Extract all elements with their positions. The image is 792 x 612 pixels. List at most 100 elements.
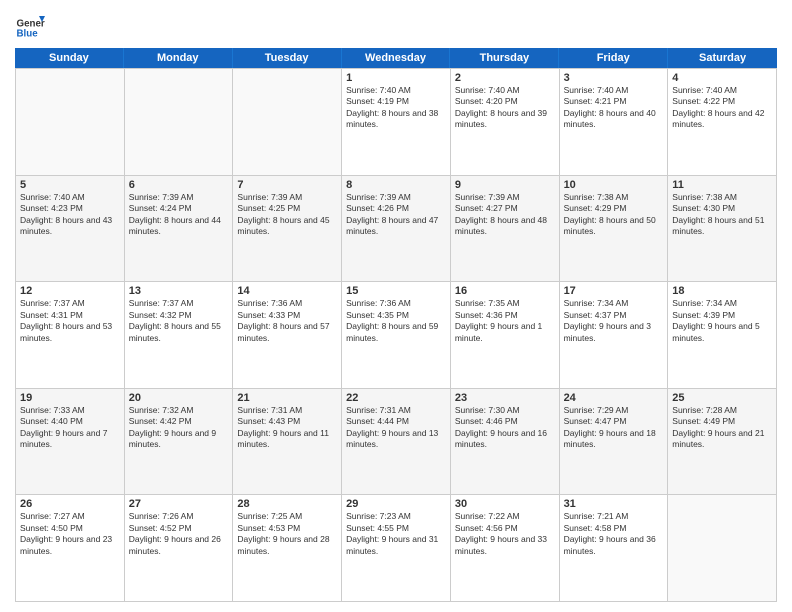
day-number: 23	[455, 392, 555, 404]
calendar-cell: 14 Sunrise: 7:36 AMSunset: 4:33 PMDaylig…	[233, 282, 342, 389]
calendar-row-4: 19 Sunrise: 7:33 AMSunset: 4:40 PMDaylig…	[16, 389, 777, 496]
day-number: 20	[129, 392, 229, 404]
day-number: 1	[346, 72, 446, 84]
cell-info: Sunrise: 7:22 AMSunset: 4:56 PMDaylight:…	[455, 511, 555, 557]
calendar-cell: 2 Sunrise: 7:40 AMSunset: 4:20 PMDayligh…	[451, 69, 560, 176]
day-number: 17	[564, 285, 664, 297]
cell-info: Sunrise: 7:34 AMSunset: 4:37 PMDaylight:…	[564, 298, 664, 344]
calendar-cell	[16, 69, 125, 176]
calendar-cell: 13 Sunrise: 7:37 AMSunset: 4:32 PMDaylig…	[125, 282, 234, 389]
weekday-header-saturday: Saturday	[668, 48, 777, 68]
cell-info: Sunrise: 7:38 AMSunset: 4:29 PMDaylight:…	[564, 192, 664, 238]
day-number: 21	[237, 392, 337, 404]
day-number: 15	[346, 285, 446, 297]
day-number: 16	[455, 285, 555, 297]
calendar-cell: 24 Sunrise: 7:29 AMSunset: 4:47 PMDaylig…	[560, 389, 669, 496]
calendar-cell: 26 Sunrise: 7:27 AMSunset: 4:50 PMDaylig…	[16, 495, 125, 602]
day-number: 29	[346, 498, 446, 510]
cell-info: Sunrise: 7:26 AMSunset: 4:52 PMDaylight:…	[129, 511, 229, 557]
day-number: 4	[672, 72, 772, 84]
cell-info: Sunrise: 7:40 AMSunset: 4:20 PMDaylight:…	[455, 85, 555, 131]
header: General Blue	[15, 10, 777, 40]
cell-info: Sunrise: 7:33 AMSunset: 4:40 PMDaylight:…	[20, 405, 120, 451]
calendar-cell: 18 Sunrise: 7:34 AMSunset: 4:39 PMDaylig…	[668, 282, 777, 389]
day-number: 25	[672, 392, 772, 404]
cell-info: Sunrise: 7:40 AMSunset: 4:22 PMDaylight:…	[672, 85, 772, 131]
calendar-cell: 3 Sunrise: 7:40 AMSunset: 4:21 PMDayligh…	[560, 69, 669, 176]
calendar-body: 1 Sunrise: 7:40 AMSunset: 4:19 PMDayligh…	[15, 68, 777, 602]
calendar-row-1: 1 Sunrise: 7:40 AMSunset: 4:19 PMDayligh…	[16, 69, 777, 176]
calendar-cell: 22 Sunrise: 7:31 AMSunset: 4:44 PMDaylig…	[342, 389, 451, 496]
weekday-header-tuesday: Tuesday	[233, 48, 342, 68]
calendar-cell: 12 Sunrise: 7:37 AMSunset: 4:31 PMDaylig…	[16, 282, 125, 389]
cell-info: Sunrise: 7:39 AMSunset: 4:27 PMDaylight:…	[455, 192, 555, 238]
day-number: 6	[129, 179, 229, 191]
day-number: 7	[237, 179, 337, 191]
calendar-cell: 5 Sunrise: 7:40 AMSunset: 4:23 PMDayligh…	[16, 176, 125, 283]
logo: General Blue	[15, 10, 45, 40]
weekday-header-friday: Friday	[559, 48, 668, 68]
calendar-page: General Blue SundayMondayTuesdayWednesda…	[0, 0, 792, 612]
weekday-header-monday: Monday	[124, 48, 233, 68]
cell-info: Sunrise: 7:40 AMSunset: 4:23 PMDaylight:…	[20, 192, 120, 238]
day-number: 26	[20, 498, 120, 510]
calendar-cell: 17 Sunrise: 7:34 AMSunset: 4:37 PMDaylig…	[560, 282, 669, 389]
calendar-cell: 27 Sunrise: 7:26 AMSunset: 4:52 PMDaylig…	[125, 495, 234, 602]
cell-info: Sunrise: 7:27 AMSunset: 4:50 PMDaylight:…	[20, 511, 120, 557]
cell-info: Sunrise: 7:29 AMSunset: 4:47 PMDaylight:…	[564, 405, 664, 451]
cell-info: Sunrise: 7:32 AMSunset: 4:42 PMDaylight:…	[129, 405, 229, 451]
cell-info: Sunrise: 7:21 AMSunset: 4:58 PMDaylight:…	[564, 511, 664, 557]
cell-info: Sunrise: 7:35 AMSunset: 4:36 PMDaylight:…	[455, 298, 555, 344]
calendar-cell: 25 Sunrise: 7:28 AMSunset: 4:49 PMDaylig…	[668, 389, 777, 496]
calendar-cell: 19 Sunrise: 7:33 AMSunset: 4:40 PMDaylig…	[16, 389, 125, 496]
calendar-cell: 30 Sunrise: 7:22 AMSunset: 4:56 PMDaylig…	[451, 495, 560, 602]
cell-info: Sunrise: 7:34 AMSunset: 4:39 PMDaylight:…	[672, 298, 772, 344]
day-number: 11	[672, 179, 772, 191]
calendar-cell: 4 Sunrise: 7:40 AMSunset: 4:22 PMDayligh…	[668, 69, 777, 176]
weekday-header-wednesday: Wednesday	[342, 48, 451, 68]
day-number: 19	[20, 392, 120, 404]
day-number: 27	[129, 498, 229, 510]
cell-info: Sunrise: 7:40 AMSunset: 4:19 PMDaylight:…	[346, 85, 446, 131]
calendar-cell: 23 Sunrise: 7:30 AMSunset: 4:46 PMDaylig…	[451, 389, 560, 496]
calendar-cell: 21 Sunrise: 7:31 AMSunset: 4:43 PMDaylig…	[233, 389, 342, 496]
calendar-cell: 1 Sunrise: 7:40 AMSunset: 4:19 PMDayligh…	[342, 69, 451, 176]
day-number: 2	[455, 72, 555, 84]
cell-info: Sunrise: 7:39 AMSunset: 4:26 PMDaylight:…	[346, 192, 446, 238]
calendar-cell: 9 Sunrise: 7:39 AMSunset: 4:27 PMDayligh…	[451, 176, 560, 283]
calendar-row-5: 26 Sunrise: 7:27 AMSunset: 4:50 PMDaylig…	[16, 495, 777, 602]
calendar-row-2: 5 Sunrise: 7:40 AMSunset: 4:23 PMDayligh…	[16, 176, 777, 283]
logo-icon: General Blue	[15, 10, 45, 40]
calendar-cell: 8 Sunrise: 7:39 AMSunset: 4:26 PMDayligh…	[342, 176, 451, 283]
calendar-cell: 7 Sunrise: 7:39 AMSunset: 4:25 PMDayligh…	[233, 176, 342, 283]
cell-info: Sunrise: 7:23 AMSunset: 4:55 PMDaylight:…	[346, 511, 446, 557]
calendar-cell: 20 Sunrise: 7:32 AMSunset: 4:42 PMDaylig…	[125, 389, 234, 496]
day-number: 13	[129, 285, 229, 297]
weekday-header-thursday: Thursday	[450, 48, 559, 68]
cell-info: Sunrise: 7:37 AMSunset: 4:32 PMDaylight:…	[129, 298, 229, 344]
calendar-cell: 6 Sunrise: 7:39 AMSunset: 4:24 PMDayligh…	[125, 176, 234, 283]
day-number: 31	[564, 498, 664, 510]
cell-info: Sunrise: 7:28 AMSunset: 4:49 PMDaylight:…	[672, 405, 772, 451]
cell-info: Sunrise: 7:39 AMSunset: 4:24 PMDaylight:…	[129, 192, 229, 238]
cell-info: Sunrise: 7:40 AMSunset: 4:21 PMDaylight:…	[564, 85, 664, 131]
calendar-cell: 31 Sunrise: 7:21 AMSunset: 4:58 PMDaylig…	[560, 495, 669, 602]
svg-text:Blue: Blue	[17, 28, 39, 39]
calendar-cell: 10 Sunrise: 7:38 AMSunset: 4:29 PMDaylig…	[560, 176, 669, 283]
weekday-header-sunday: Sunday	[15, 48, 124, 68]
calendar-cell: 28 Sunrise: 7:25 AMSunset: 4:53 PMDaylig…	[233, 495, 342, 602]
cell-info: Sunrise: 7:36 AMSunset: 4:33 PMDaylight:…	[237, 298, 337, 344]
calendar-cell: 16 Sunrise: 7:35 AMSunset: 4:36 PMDaylig…	[451, 282, 560, 389]
cell-info: Sunrise: 7:31 AMSunset: 4:43 PMDaylight:…	[237, 405, 337, 451]
day-number: 14	[237, 285, 337, 297]
calendar-cell: 15 Sunrise: 7:36 AMSunset: 4:35 PMDaylig…	[342, 282, 451, 389]
day-number: 5	[20, 179, 120, 191]
calendar-cell	[125, 69, 234, 176]
day-number: 24	[564, 392, 664, 404]
cell-info: Sunrise: 7:37 AMSunset: 4:31 PMDaylight:…	[20, 298, 120, 344]
day-number: 30	[455, 498, 555, 510]
calendar-header: SundayMondayTuesdayWednesdayThursdayFrid…	[15, 48, 777, 68]
day-number: 18	[672, 285, 772, 297]
day-number: 12	[20, 285, 120, 297]
calendar-cell: 29 Sunrise: 7:23 AMSunset: 4:55 PMDaylig…	[342, 495, 451, 602]
